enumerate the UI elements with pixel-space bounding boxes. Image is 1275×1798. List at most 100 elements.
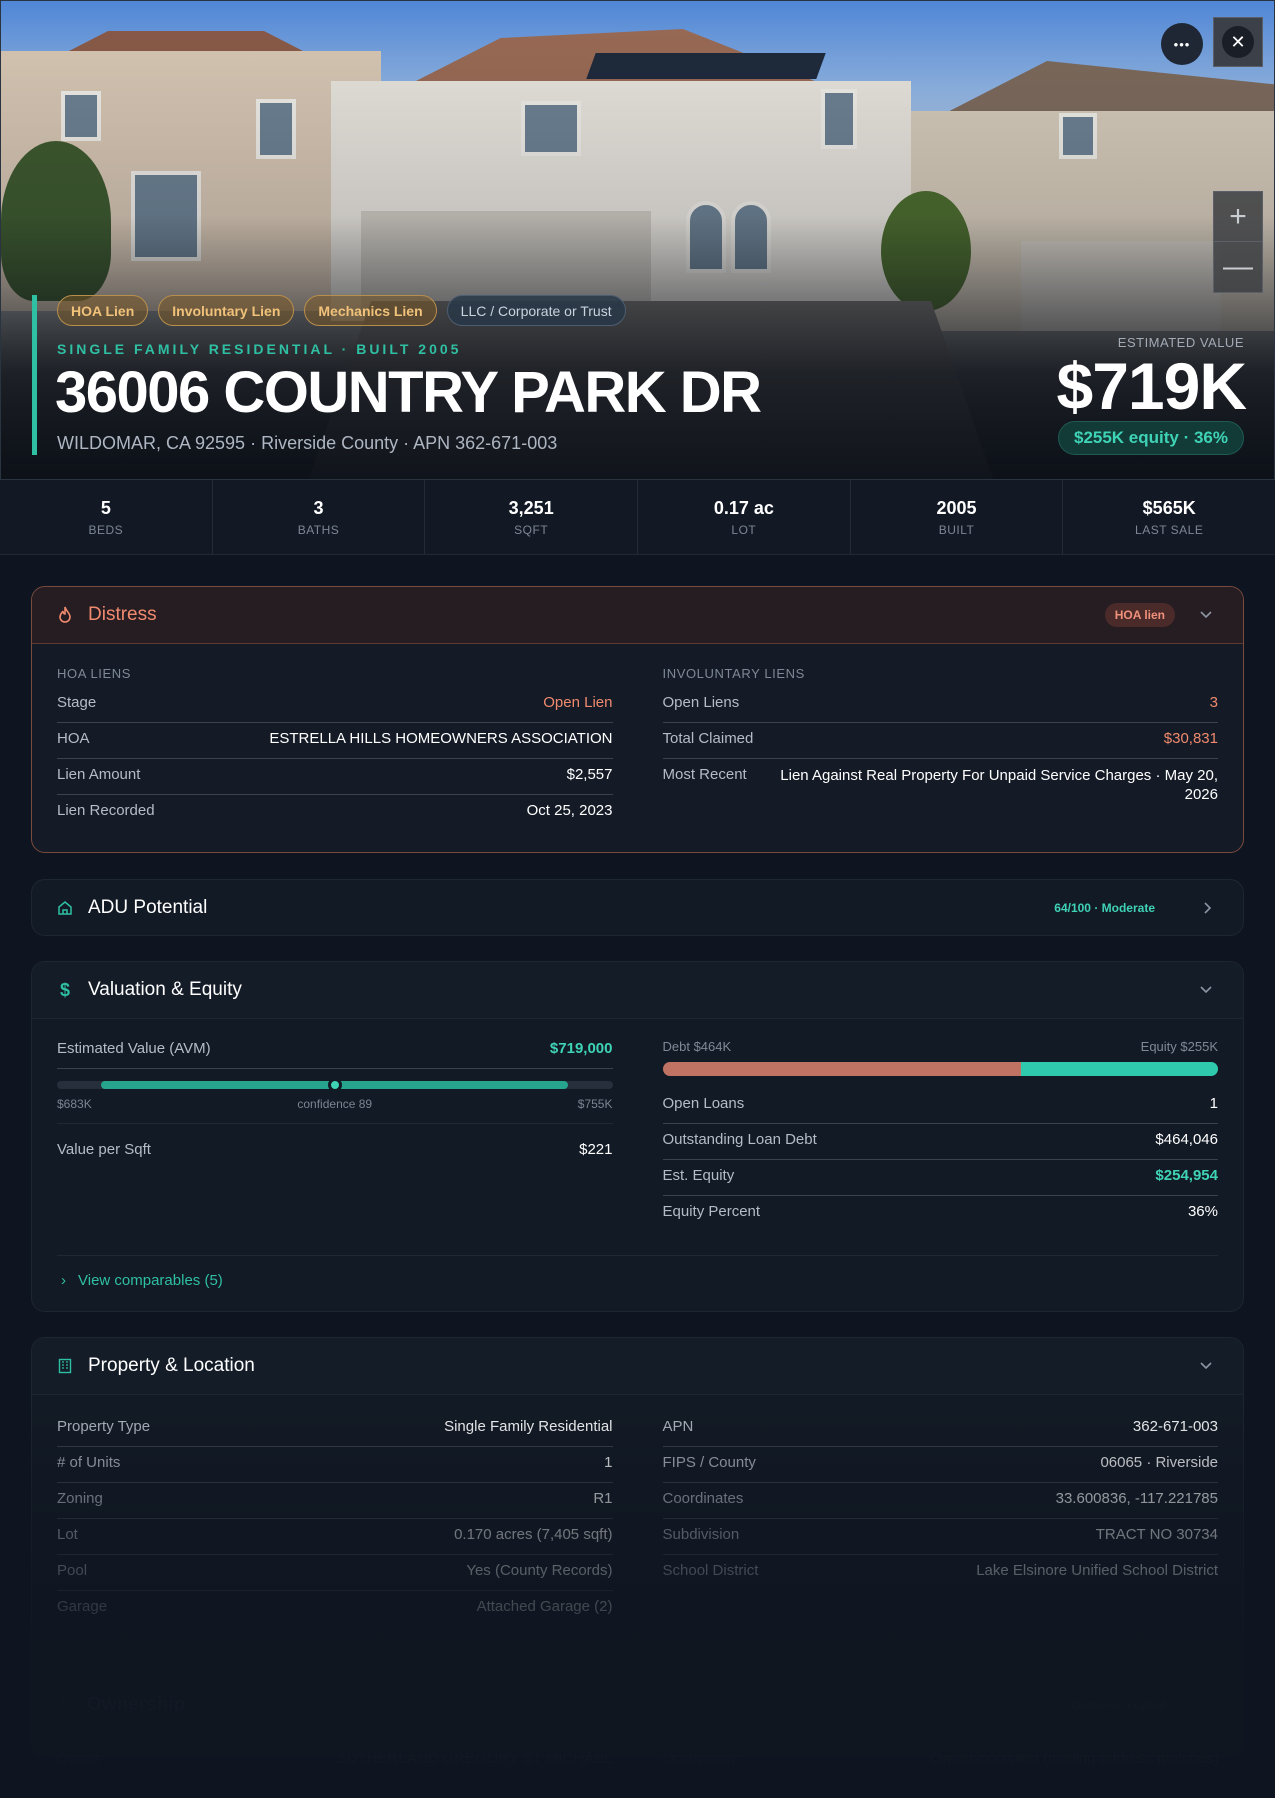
zoom-in-button[interactable]: + (1214, 192, 1262, 242)
view-comparables-link[interactable]: › View comparables (5) (57, 1255, 1218, 1289)
stat-lot: 0.17 ac LOT (638, 480, 851, 554)
key-stats-bar: 5 BEDS 3 BATHS 3,251 SQFT 0.17 ac LOT 20… (0, 480, 1275, 555)
avm-high: $755K (577, 1097, 613, 1111)
chevron-down-icon[interactable] (1199, 1338, 1213, 1394)
avm-confidence: confidence 89 (297, 1097, 373, 1111)
stat-value: 3,251 (508, 497, 554, 518)
involuntary-liens-column: INVOLUNTARY LIENS Open Liens 3 Total Clai… (662, 644, 1218, 831)
row-label: Open Loans (662, 1095, 745, 1112)
detail-row: Pool Yes (County Records) (57, 1555, 613, 1591)
ppsf-value: $221 (579, 1141, 613, 1158)
row-value: Single Family Residential (444, 1418, 613, 1435)
ppsf-label: Value per Sqft (57, 1141, 151, 1158)
row-label: Coordinates (662, 1490, 744, 1507)
detail-row: Property Type Single Family Residential (57, 1411, 613, 1447)
row-value: 36% (1187, 1203, 1218, 1220)
detail-row: Subdivision TRACT NO 30734 (662, 1519, 1218, 1555)
row-label: Owner (56, 1750, 101, 1767)
detail-row: Est. Equity $254,954 (662, 1160, 1218, 1196)
tag-hoa-lien[interactable]: HOA Lien (57, 295, 149, 326)
detail-row: Open Loans 1 (662, 1088, 1218, 1124)
row-value: Owner-occupied (mailing address matches) (929, 1750, 1219, 1767)
chevron-down-icon[interactable] (1199, 962, 1213, 1018)
estimated-value: $719K (1056, 349, 1247, 423)
detail-row: Lot 0.170 acres (7,405 sqft) (57, 1519, 613, 1555)
row-value: 1 (604, 1454, 613, 1471)
row-label: Stage (57, 694, 97, 711)
equity-column: Debt $464K Equity $255K Open Loans 1 Outs… (662, 1019, 1219, 1232)
occupancy-badge: Owner-occupied (1071, 1698, 1166, 1712)
detail-row: Garage Attached Garage (2) (57, 1591, 613, 1627)
tag-involuntary-lien[interactable]: Involuntary Lien (158, 295, 295, 326)
row-label: APN (662, 1418, 694, 1435)
row-value: $30,831 (1163, 730, 1218, 747)
avm-low: $683K (57, 1097, 92, 1111)
row-label: Outstanding Loan Debt (662, 1131, 817, 1148)
stat-baths: 3 BATHS (213, 480, 426, 554)
valuation-title: Valuation & Equity (88, 979, 242, 1000)
row-value: 362-671-003 (1132, 1418, 1218, 1435)
row-label: School District (662, 1562, 759, 1579)
hoa-liens-column: HOA LIENS Stage Open Lien HOA ESTRELLA HIL… (57, 644, 613, 831)
row-value: Open Lien (543, 694, 613, 711)
property-header[interactable]: Property & Location (32, 1338, 1243, 1395)
tag-mechanics-lien[interactable]: Mechanics Lien (304, 295, 437, 326)
stat-value: 3 (313, 497, 324, 518)
stat-label: BATHS (297, 522, 340, 537)
detail-row: Occupancy Owner-occupied (mailing address… (663, 1743, 1220, 1779)
adu-potential-section[interactable]: ADU Potential 64/100 · Moderate (31, 879, 1244, 936)
chevron-right-icon: › (61, 1272, 66, 1289)
row-label: Pool (57, 1562, 88, 1579)
row-value: SUTHERLAND GREGORY ST MICHAEL (336, 1750, 613, 1767)
equity-badge: $255K equity · 36% (1057, 421, 1244, 455)
row-value: $254,954 (1155, 1167, 1218, 1184)
detail-row: Outstanding Loan Debt $464,046 (662, 1124, 1218, 1160)
close-icon: ✕ (1222, 26, 1254, 58)
row-value: $2,557 (566, 766, 613, 783)
row-value: Yes (County Records) (466, 1562, 613, 1579)
row-label: Total Claimed (662, 730, 754, 747)
detail-row: HOA ESTRELLA HILLS HOMEOWNERS ASSOCIATION (57, 723, 613, 759)
row-value: 0.170 acres (7,405 sqft) (454, 1526, 613, 1543)
row-value: Lake Elsinore Unified School District (976, 1562, 1218, 1579)
valuation-header[interactable]: $ Valuation & Equity (32, 962, 1243, 1019)
distress-header[interactable]: Distress HOA lien (32, 587, 1243, 644)
chevron-down-icon[interactable] (1200, 1677, 1214, 1733)
stat-value: $565K (1142, 497, 1196, 518)
stat-sqft: 3,251 SQFT (425, 480, 639, 554)
stat-label: BEDS (88, 522, 124, 537)
ownership-left-column: Owner SUTHERLAND GREGORY ST MICHAEL (56, 1743, 613, 1779)
avm-column: Estimated Value (AVM) $719,000 $683K con… (57, 1019, 613, 1232)
row-value: Attached Garage (2) (476, 1598, 613, 1615)
detail-row: # of Units 1 (57, 1447, 613, 1483)
adu-header[interactable]: ADU Potential 64/100 · Moderate (32, 880, 1243, 935)
chevron-down-icon[interactable] (1199, 587, 1213, 643)
detail-row: School District Lake Elsinore Unified Sch… (663, 1555, 1219, 1591)
row-value: Lien Against Real Property For Unpaid Se… (780, 767, 1218, 803)
more-options-button[interactable]: ••• (1161, 23, 1203, 65)
property-type-line: SINGLE FAMILY RESIDENTIAL · BUILT 2005 (57, 341, 462, 357)
row-value: ESTRELLA HILLS HOMEOWNERS ASSOCIATION (269, 730, 613, 747)
ownership-right-column: Occupancy Owner-occupied (mailing address… (663, 1743, 1220, 1779)
chevron-right-icon[interactable] (1203, 880, 1213, 935)
distress-section: Distress HOA lien HOA LIENS Stage Open Li… (31, 586, 1244, 853)
involuntary-liens-label: INVOLUNTARY LIENS (662, 666, 805, 681)
row-label: Most Recent (662, 766, 747, 783)
tag-llc-owner[interactable]: LLC / Corporate or Trust (446, 295, 626, 326)
adu-score-badge: 64/100 · Moderate (1054, 901, 1155, 915)
debt-equity-bar (662, 1062, 1219, 1076)
stat-value: 2005 (936, 497, 977, 518)
distress-title: Distress (88, 604, 157, 625)
zoom-out-button[interactable]: — (1214, 242, 1262, 292)
avm-row: Estimated Value (AVM) $719,000 (57, 1033, 613, 1069)
detail-row: Coordinates 33.600836, -117.221785 (662, 1483, 1218, 1519)
row-label: Subdivision (662, 1526, 740, 1543)
row-label: Occupancy (662, 1750, 738, 1767)
stat-label: SQFT (514, 522, 549, 537)
distress-tags: HOA Lien Involuntary Lien Mechanics Lien… (57, 295, 626, 326)
avm-label: Estimated Value (AVM) (57, 1040, 211, 1057)
ppsf-wrap: Value per Sqft $221 (57, 1123, 613, 1170)
ownership-columns: Owner SUTHERLAND GREGORY ST MICHAEL Occup… (31, 1733, 1244, 1779)
ownership-header[interactable]: Ownership Owner-occupied (31, 1677, 1244, 1733)
close-button[interactable]: ✕ (1213, 17, 1263, 67)
